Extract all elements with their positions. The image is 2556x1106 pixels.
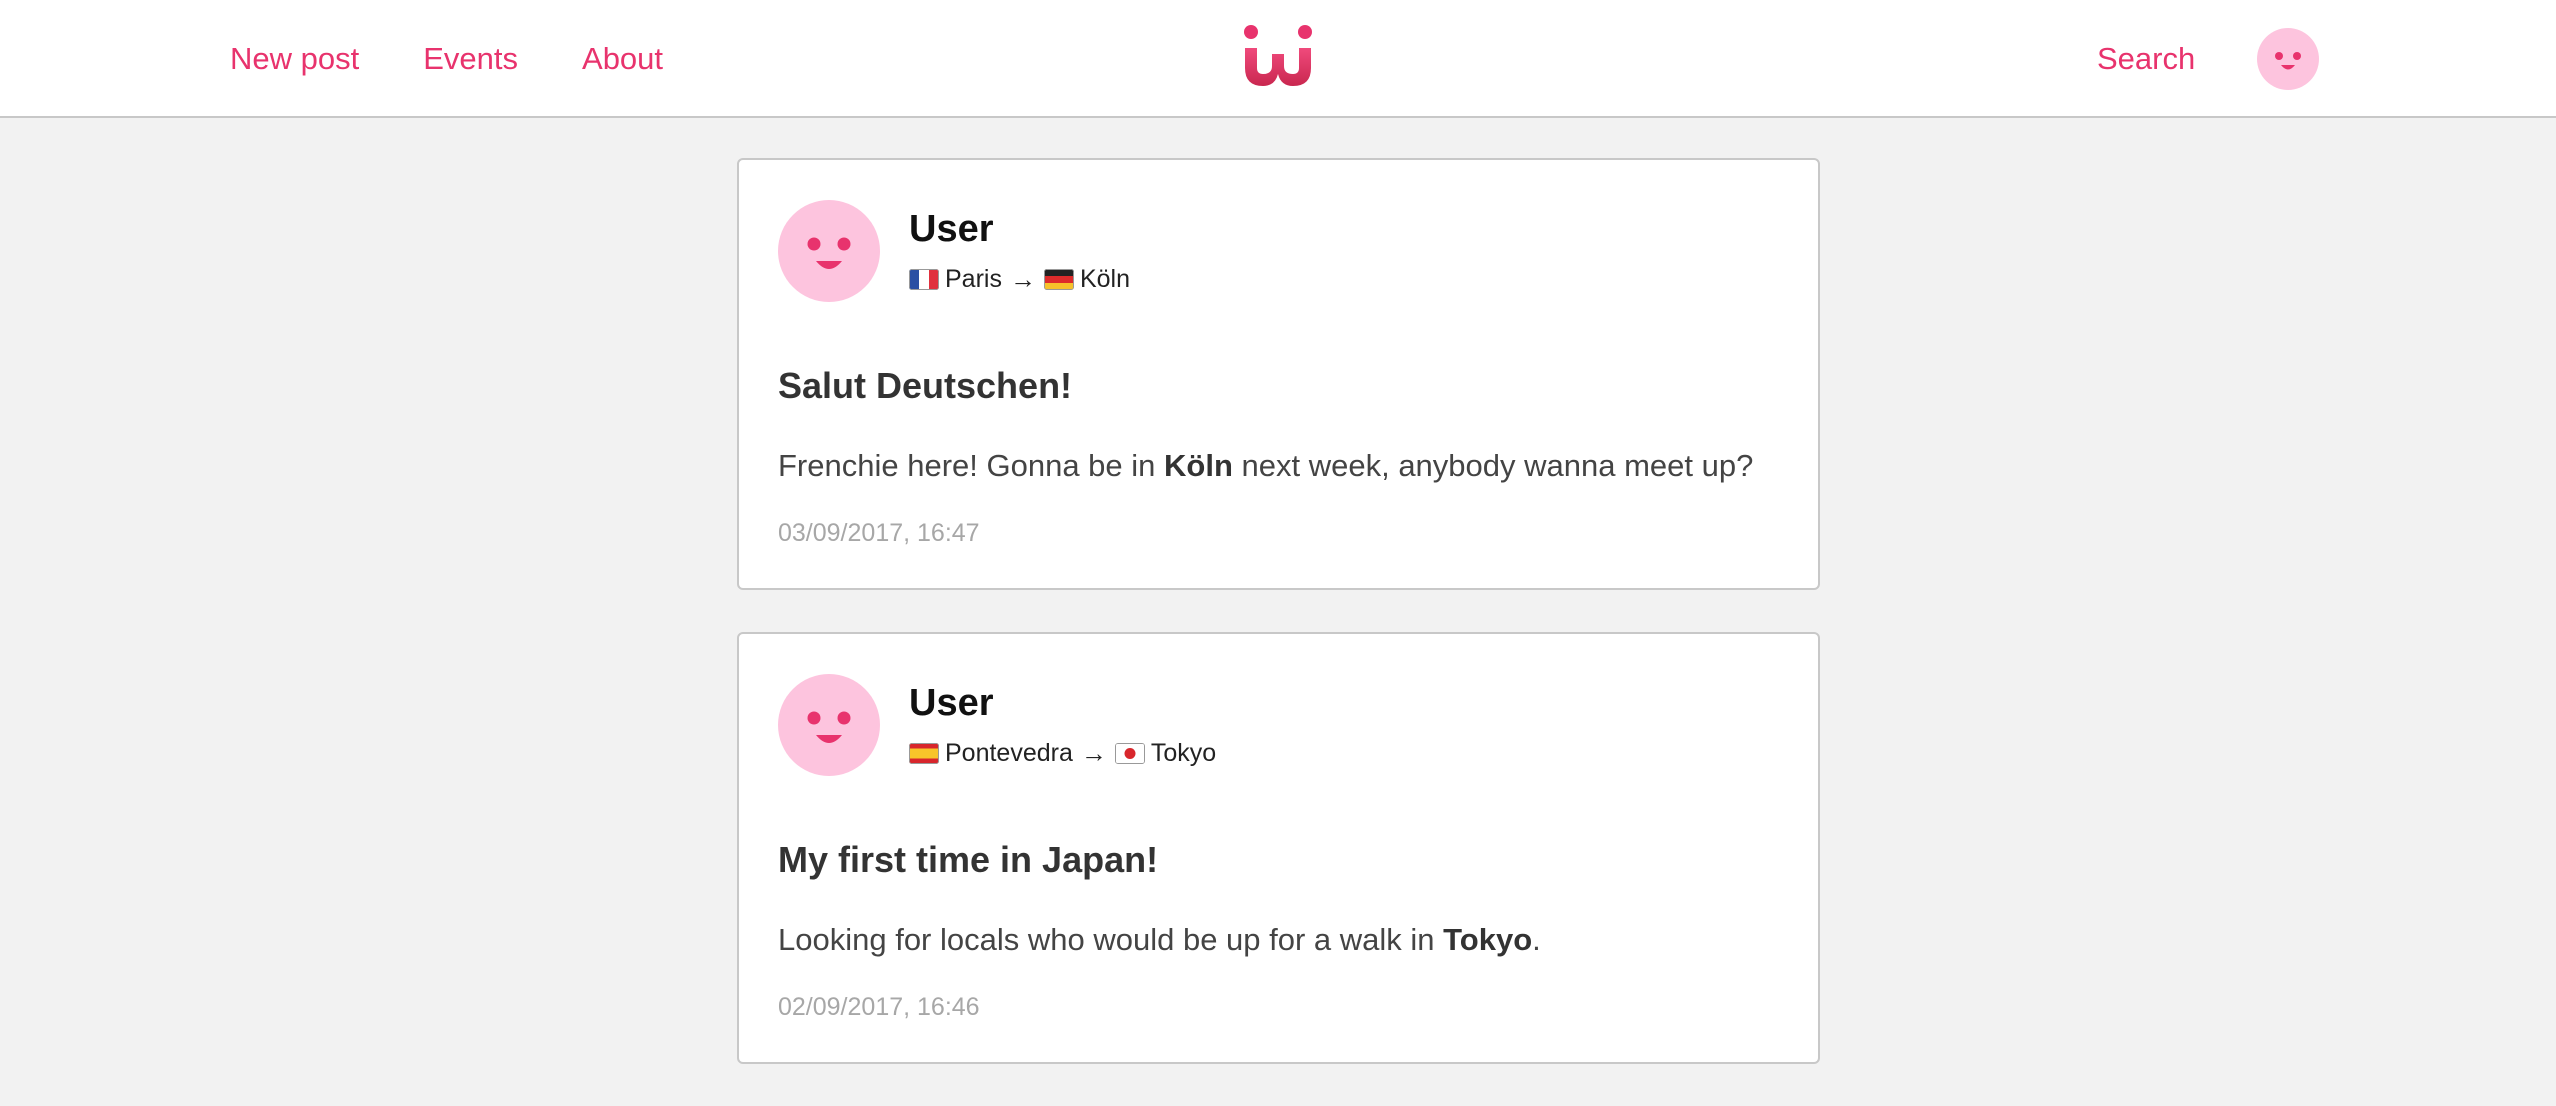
nav-search-wrapper: Search [2097, 0, 2195, 116]
post-author-name[interactable]: User [909, 210, 994, 248]
nav-link-about[interactable]: About [582, 43, 663, 74]
route-to-city: Köln [1079, 264, 1131, 293]
travel-route: Pontevedra → Tokyo [909, 740, 1216, 766]
top-navigation-bar: New post Events About Search [0, 0, 2556, 118]
post-card[interactable]: User Paris → Köln Salut Deutschen! Frenc… [737, 158, 1820, 590]
germany-flag-icon [1043, 268, 1074, 290]
japan-flag-icon [1114, 742, 1145, 764]
post-feed: User Paris → Köln Salut Deutschen! Frenc… [737, 158, 1820, 1106]
post-body-text-end: . [1532, 922, 1541, 957]
france-flag-icon [909, 268, 939, 290]
smiley-avatar-icon[interactable] [778, 200, 880, 302]
post-body: Frenchie here! Gonna be in Köln next wee… [778, 450, 1753, 481]
smiley-avatar-icon[interactable] [778, 674, 880, 776]
route-from-city: Paris [945, 264, 1002, 293]
route-to-city: Tokyo [1150, 738, 1217, 767]
route-from-city: Pontevedra [945, 738, 1073, 767]
post-body-location: Tokyo [1443, 922, 1533, 957]
post-timestamp: 03/09/2017, 16:47 [778, 519, 980, 547]
post-author-name[interactable]: User [909, 684, 994, 722]
post-timestamp: 02/09/2017, 16:46 [778, 993, 980, 1021]
travel-route: Paris → Köln [909, 266, 1130, 292]
post-title: My first time in Japan! [778, 839, 1159, 880]
nav-link-new-post[interactable]: New post [230, 43, 359, 74]
w-logo-icon[interactable] [1242, 24, 1314, 90]
search-link[interactable]: Search [2097, 43, 2195, 74]
spain-flag-icon [909, 742, 939, 764]
post-body: Looking for locals who would be up for a… [778, 924, 1541, 955]
primary-nav: New post Events About [230, 0, 663, 116]
post-body-text: Frenchie here! Gonna be in [778, 448, 1165, 483]
post-card[interactable]: User Pontevedra → Tokyo My first time in… [737, 632, 1820, 1064]
nav-link-events[interactable]: Events [423, 43, 518, 74]
post-body-text: Looking for locals who would be up for a… [778, 922, 1444, 957]
post-body-location: Köln [1164, 448, 1233, 483]
route-arrow: → [1009, 264, 1036, 294]
post-body-text-end: next week, anybody wanna meet up? [1232, 448, 1754, 483]
route-arrow: → [1080, 738, 1107, 768]
post-title: Salut Deutschen! [778, 365, 1073, 406]
user-avatar-icon[interactable] [2257, 28, 2319, 90]
